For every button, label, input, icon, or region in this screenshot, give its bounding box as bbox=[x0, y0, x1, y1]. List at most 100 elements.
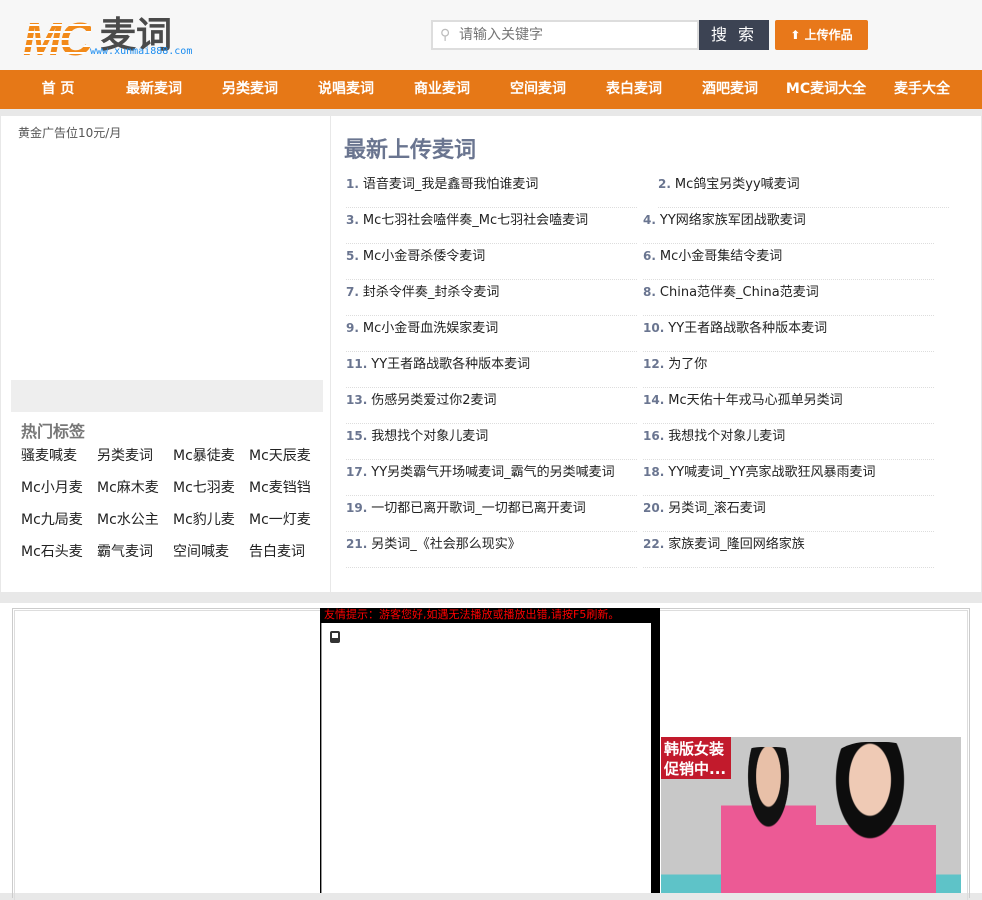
header: MC 麦词 www.xunmai888.com ⚲ 搜 索 ⬆ 上传作品 bbox=[0, 0, 982, 70]
item-link[interactable]: 语音麦词_我是鑫哥我怕谁麦词 bbox=[363, 177, 539, 192]
upload-icon: ⬆ bbox=[790, 28, 805, 42]
search-input[interactable] bbox=[459, 25, 694, 45]
list-item: 18. YY喊麦词_YY亮家战歌狂风暴雨麦词 bbox=[643, 460, 934, 496]
tag-link[interactable]: 骚麦喊麦 bbox=[21, 448, 97, 465]
sidebar: 黄金广告位10元/月 热门标签 骚麦喊麦 另类麦词 Mc暴徒麦 Mc天辰麦 Mc小月麦 M… bbox=[1, 116, 330, 592]
search-icon: ⚲ bbox=[440, 27, 451, 43]
item-link[interactable]: 家族麦词_隆回网络家族 bbox=[668, 537, 805, 552]
item-link[interactable]: YY王者路战歌各种版本麦词 bbox=[371, 357, 530, 372]
nav-item[interactable]: 表白麦词 bbox=[586, 70, 682, 109]
latest-title: 最新上传麦词 bbox=[344, 138, 477, 163]
player[interactable]: 友情提示：游客您好,如遇无法播放或播放出错,请按F5刷新。 bbox=[320, 608, 660, 893]
list-item: 10. YY王者路战歌各种版本麦词 bbox=[643, 316, 934, 352]
item-number: 8. bbox=[643, 285, 656, 299]
item-link[interactable]: Mc小金哥集结令麦词 bbox=[660, 249, 782, 264]
list-item: 13. 伤感另类爱过你2麦词 bbox=[346, 388, 637, 424]
list-item: 14. Mc天佑十年戎马心孤单另类词 bbox=[643, 388, 934, 424]
player-section: 友情提示：游客您好,如遇无法播放或播放出错,请按F5刷新。 韩版女装 促销中..… bbox=[0, 603, 982, 900]
nav-item[interactable]: 首 页 bbox=[10, 70, 106, 109]
nav-item[interactable]: 空间麦词 bbox=[490, 70, 586, 109]
item-link[interactable]: Mc鸽宝另类yy喊麦词 bbox=[675, 177, 800, 192]
item-number: 10. bbox=[643, 321, 665, 335]
tag-link[interactable]: Mc小月麦 bbox=[21, 480, 97, 497]
logo-mc: MC bbox=[23, 13, 93, 65]
hot-tags: 骚麦喊麦 另类麦词 Mc暴徒麦 Mc天辰麦 Mc小月麦 Mc麻木麦 Mc七羽麦 Mc麦铛铛 Mc… bbox=[21, 448, 325, 561]
tag-link[interactable]: Mc七羽麦 bbox=[173, 480, 249, 497]
plugin-icon bbox=[330, 631, 340, 643]
item-link[interactable]: China范伴奏_China范麦词 bbox=[660, 285, 819, 300]
tag-link[interactable]: 空间喊麦 bbox=[173, 544, 249, 561]
tag-link[interactable]: Mc一灯麦 bbox=[249, 512, 325, 529]
item-number: 7. bbox=[346, 285, 359, 299]
item-number: 18. bbox=[643, 465, 665, 479]
item-link[interactable]: 伤感另类爱过你2麦词 bbox=[371, 393, 496, 408]
nav-item[interactable]: 酒吧麦词 bbox=[682, 70, 778, 109]
tag-link[interactable]: Mc暴徒麦 bbox=[173, 448, 249, 465]
list-item: 4. YY网络家族军团战歌麦词 bbox=[643, 208, 934, 244]
item-number: 3. bbox=[346, 213, 359, 227]
tag-link[interactable]: Mc天辰麦 bbox=[249, 448, 325, 465]
item-number: 14. bbox=[643, 393, 665, 407]
nav-item[interactable]: 说唱麦词 bbox=[298, 70, 394, 109]
nav-item[interactable]: 另类麦词 bbox=[202, 70, 298, 109]
tag-link[interactable]: 霸气麦词 bbox=[97, 544, 173, 561]
item-link[interactable]: 我想找个对象儿麦词 bbox=[668, 429, 785, 444]
tag-link[interactable]: Mc九局麦 bbox=[21, 512, 97, 529]
logo-url: www.xunmai888.com bbox=[90, 46, 193, 57]
item-number: 21. bbox=[346, 537, 368, 551]
tag-link[interactable]: Mc豹儿麦 bbox=[173, 512, 249, 529]
ad-slot-text[interactable]: 黄金广告位10元/月 bbox=[18, 124, 121, 141]
item-link[interactable]: 一切都已离开歌词_一切都已离开麦词 bbox=[371, 501, 586, 516]
site-logo[interactable]: MC 麦词 www.xunmai888.com bbox=[20, 6, 205, 65]
item-number: 4. bbox=[643, 213, 656, 227]
item-number: 1. bbox=[346, 177, 359, 191]
item-number: 15. bbox=[346, 429, 368, 443]
tag-link[interactable]: Mc石头麦 bbox=[21, 544, 97, 561]
item-link[interactable]: Mc天佑十年戎马心孤单另类词 bbox=[668, 393, 842, 408]
nav-item[interactable]: 商业麦词 bbox=[394, 70, 490, 109]
item-number: 17. bbox=[346, 465, 368, 479]
player-area[interactable] bbox=[321, 623, 651, 893]
item-link[interactable]: 封杀令伴奏_封杀令麦词 bbox=[363, 285, 500, 300]
tag-link[interactable]: Mc麻木麦 bbox=[97, 480, 173, 497]
item-number: 9. bbox=[346, 321, 359, 335]
tag-link[interactable]: 另类麦词 bbox=[97, 448, 173, 465]
tag-link[interactable]: 告白麦词 bbox=[249, 544, 325, 561]
list-item: 11. YY王者路战歌各种版本麦词 bbox=[346, 352, 637, 388]
item-number: 2. bbox=[658, 177, 671, 191]
nav-item[interactable]: MC麦词大全 bbox=[778, 70, 874, 109]
item-link[interactable]: YY喊麦词_YY亮家战歌狂风暴雨麦词 bbox=[668, 465, 875, 480]
list-item: 7. 封杀令伴奏_封杀令麦词 bbox=[346, 280, 637, 316]
ad-banner-text: 韩版女装 促销中... bbox=[661, 737, 731, 779]
upload-label: 上传作品 bbox=[804, 28, 853, 42]
nav-item[interactable]: 麦手大全 bbox=[874, 70, 970, 109]
item-link[interactable]: Mc小金哥杀倭令麦词 bbox=[363, 249, 485, 264]
main-nav: 首 页最新麦词 另类麦词 说唱麦词 商业麦词 空间麦词 表白麦词 酒吧麦词 MC麦词大全 麦手大… bbox=[0, 70, 982, 109]
item-link[interactable]: Mc小金哥血洗娱家麦词 bbox=[363, 321, 498, 336]
list-item: 1. 语音麦词_我是鑫哥我怕谁麦词 bbox=[346, 172, 637, 208]
tag-link[interactable]: Mc麦铛铛 bbox=[249, 480, 325, 497]
upload-button[interactable]: ⬆ 上传作品 bbox=[775, 20, 868, 50]
ad-model-image bbox=[816, 742, 936, 893]
list-item: 9. Mc小金哥血洗娱家麦词 bbox=[346, 316, 637, 352]
item-link[interactable]: Mc七羽社会嗑伴奏_Mc七羽社会嗑麦词 bbox=[363, 213, 588, 228]
item-link[interactable]: YY网络家族军团战歌麦词 bbox=[660, 213, 806, 228]
item-number: 19. bbox=[346, 501, 368, 515]
item-link[interactable]: YY另类霸气开场喊麦词_霸气的另类喊麦词 bbox=[371, 465, 614, 480]
item-link[interactable]: 为了你 bbox=[668, 357, 707, 372]
item-number: 22. bbox=[643, 537, 665, 551]
list-item: 17. YY另类霸气开场喊麦词_霸气的另类喊麦词 bbox=[346, 460, 637, 496]
nav-item[interactable]: 最新麦词 bbox=[106, 70, 202, 109]
item-link[interactable]: YY王者路战歌各种版本麦词 bbox=[668, 321, 827, 336]
hot-tags-title: 热门标签 bbox=[21, 422, 86, 441]
list-item: 6. Mc小金哥集结令麦词 bbox=[643, 244, 934, 280]
search-button[interactable]: 搜 索 bbox=[699, 20, 769, 50]
ad-banner[interactable]: 韩版女装 促销中... bbox=[661, 737, 961, 893]
item-link[interactable]: 另类词_滚石麦词 bbox=[668, 501, 766, 516]
search-box: ⚲ bbox=[431, 20, 699, 50]
item-number: 20. bbox=[643, 501, 665, 515]
tag-link[interactable]: Mc水公主 bbox=[97, 512, 173, 529]
item-link[interactable]: 另类词_《社会那么现实》 bbox=[371, 537, 521, 552]
item-number: 13. bbox=[346, 393, 368, 407]
item-link[interactable]: 我想找个对象儿麦词 bbox=[371, 429, 488, 444]
